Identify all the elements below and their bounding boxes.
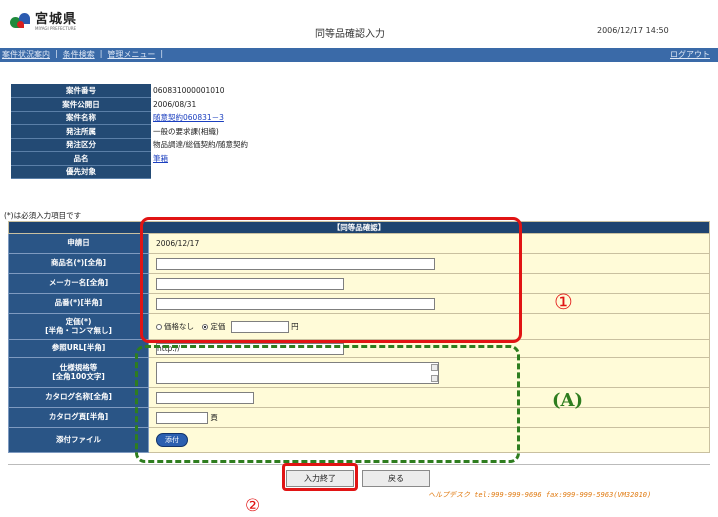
apply-date-label: 申請日	[8, 233, 149, 254]
table-row: 品名 筆箱	[11, 151, 707, 166]
case-name-label: 案件名称	[11, 111, 151, 125]
table-row: 案件番号 060831000001010	[11, 84, 707, 98]
logo-mark-icon	[10, 13, 32, 31]
ordering-dept-value: 一般の要求課(相織)	[153, 126, 219, 136]
product-number-label: 品番(*)[半角]	[8, 293, 149, 314]
annotation-marker-a: (A)	[552, 390, 583, 411]
case-info-table: 案件番号 060831000001010 案件公開日 2006/08/31 案件…	[11, 84, 707, 179]
order-category-value: 物品調達/総価契約/随意契約	[153, 140, 249, 150]
price-label-line2: [半角・コンマ無し]	[45, 325, 112, 335]
item-name-link[interactable]: 筆箱	[153, 154, 168, 163]
annotation-box-2	[282, 463, 358, 491]
page-header: 宮城県 MIYAGI PREFECTURE 同等品確認入力 2006/12/17…	[0, 0, 718, 48]
publish-date-value: 2006/08/31	[153, 99, 197, 109]
publish-date-label: 案件公開日	[11, 97, 151, 112]
footer-divider	[8, 464, 710, 465]
maker-name-label: メーカー名[全角]	[8, 273, 149, 294]
ordering-dept-label: 発注所属	[11, 124, 151, 139]
miyagi-logo: 宮城県 MIYAGI PREFECTURE	[10, 13, 77, 31]
back-button[interactable]: 戻る	[362, 470, 430, 487]
case-name-link[interactable]: 随意契約060831－3	[153, 113, 224, 122]
order-category-label: 発注区分	[11, 138, 151, 152]
spec-label-line2: [全角100文字]	[52, 371, 105, 381]
case-number-label: 案件番号	[11, 84, 151, 98]
case-number-value: 060831000001010	[153, 86, 225, 96]
table-row: 優先対象	[11, 165, 707, 179]
annotation-marker-2: ②	[245, 496, 261, 516]
priority-value	[151, 165, 707, 179]
spec-label: 仕様規格等 [全角100文字]	[8, 357, 149, 388]
annotation-marker-1: ①	[554, 290, 573, 314]
nav-bar: 案件状況案内 | 条件検索 | 管理メニュー | ログアウト	[0, 48, 718, 62]
logout-link[interactable]: ログアウト	[670, 49, 710, 60]
logo-subtitle: MIYAGI PREFECTURE	[35, 26, 76, 31]
priority-label: 優先対象	[11, 165, 151, 179]
nav-separator: |	[99, 49, 103, 58]
table-row: 案件公開日 2006/08/31	[11, 97, 707, 112]
table-row: 発注区分 物品調達/総価契約/随意契約	[11, 138, 707, 152]
price-label: 定価(*) [半角・コンマ無し]	[8, 313, 149, 340]
catalog-page-label: カタログ頁[半角]	[8, 407, 149, 428]
table-row: 発注所属 一般の要求課(相織)	[11, 124, 707, 139]
annotation-box-1	[140, 217, 522, 343]
product-name-label: 商品名(*)[全角]	[8, 253, 149, 274]
helpdesk-info: ヘルプデスク tel:999-999-9696 fax:999-999-5963…	[428, 491, 652, 499]
logo-title: 宮城県	[35, 12, 78, 27]
attachment-label: 添付ファイル	[8, 427, 149, 453]
current-datetime: 2006/12/17 14:50	[597, 26, 669, 35]
nav-link-case-status[interactable]: 案件状況案内	[2, 49, 50, 60]
catalog-name-label: カタログ名称[全角]	[8, 387, 149, 408]
annotation-box-a	[135, 345, 520, 463]
table-row: 案件名称 随意契約060831－3	[11, 111, 707, 125]
page-title: 同等品確認入力	[315, 29, 385, 40]
ref-url-label: 参照URL[半角]	[8, 339, 149, 358]
required-note: (*)は必須入力項目です	[4, 211, 82, 220]
nav-separator: |	[55, 49, 58, 58]
nav-link-admin-menu[interactable]: 管理メニュー	[107, 49, 155, 60]
item-name-label: 品名	[11, 151, 151, 166]
nav-separator: |	[160, 49, 164, 58]
nav-link-condition-search[interactable]: 条件検索	[63, 49, 95, 60]
